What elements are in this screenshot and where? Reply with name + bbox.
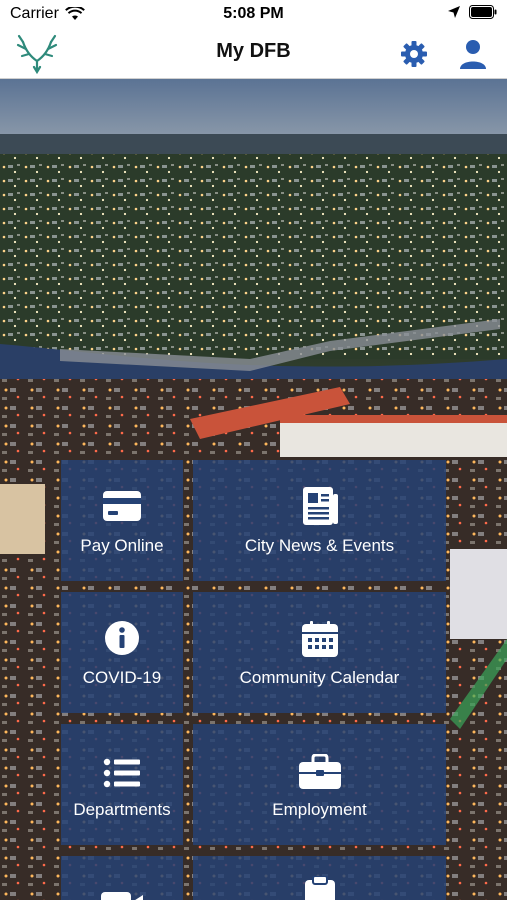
covid-19-label: COVID-19 (82, 668, 162, 687)
video-tile[interactable] (61, 856, 183, 900)
clipboard-icon (304, 876, 335, 900)
video-icon (101, 892, 143, 900)
pay-online-tile[interactable]: Pay Online (61, 460, 183, 581)
list-icon (103, 758, 140, 788)
city-news-events-tile[interactable]: City News & Events (193, 460, 446, 581)
newspaper-icon (302, 487, 338, 525)
employment-label: Employment (272, 800, 367, 819)
departments-tile[interactable]: Departments (61, 724, 183, 845)
user-icon[interactable] (456, 37, 490, 71)
credit-card-icon (103, 491, 141, 521)
pay-online-label: Pay Online (80, 536, 164, 555)
location-icon (448, 6, 460, 18)
calendar-icon (301, 621, 338, 657)
status-bar: Carrier 5:08 PM (0, 0, 507, 30)
community-calendar-label: Community Calendar (239, 668, 400, 687)
community-calendar-tile[interactable]: Community Calendar (193, 592, 446, 713)
briefcase-icon (298, 754, 341, 789)
covid-19-tile[interactable]: COVID-19 (61, 592, 183, 713)
city-aerial-background: Pay Online City News & Events COVID-19 C… (0, 79, 507, 900)
employment-tile[interactable]: Employment (193, 724, 446, 845)
status-right (447, 5, 497, 19)
departments-label: Departments (73, 800, 171, 819)
gear-icon[interactable] (398, 38, 430, 70)
page-title: My DFB (216, 40, 291, 62)
city-news-events-label: City News & Events (244, 536, 395, 555)
nav-bar: My DFB (0, 30, 507, 79)
clipboard-tile[interactable] (193, 856, 446, 900)
battery-icon (469, 5, 497, 19)
info-icon (105, 621, 139, 655)
status-time: 5:08 PM (223, 5, 284, 22)
